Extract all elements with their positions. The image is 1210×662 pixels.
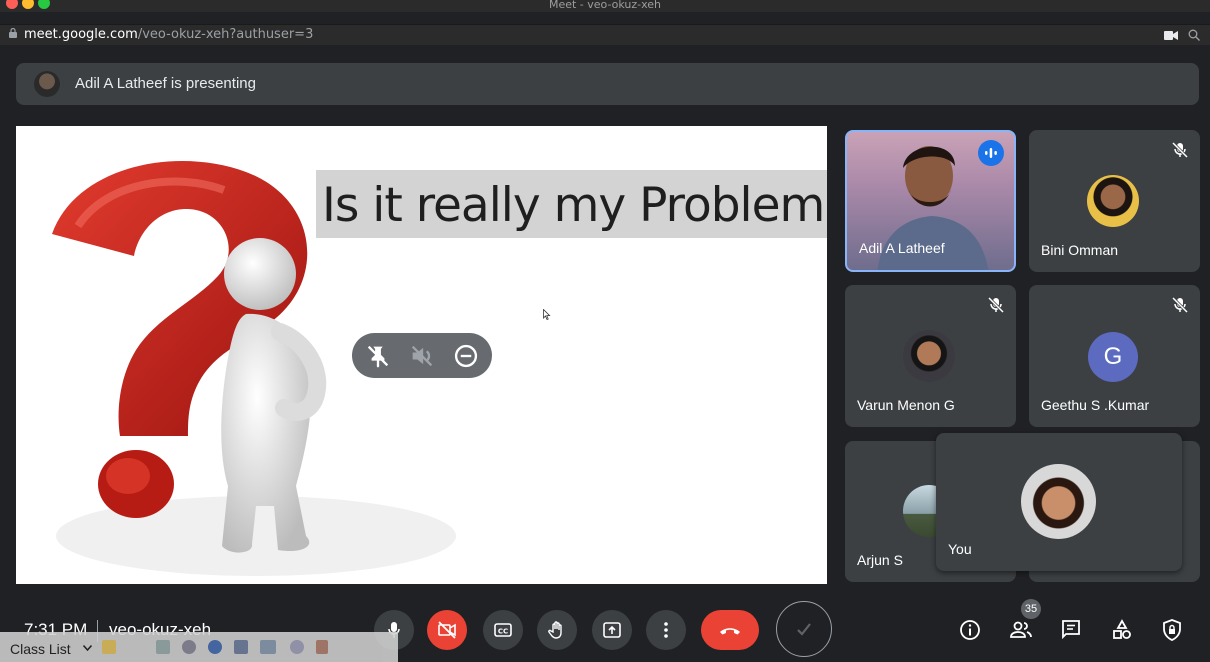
mute-audio-icon[interactable] xyxy=(408,342,436,370)
presenter-avatar xyxy=(34,71,60,97)
camera-indicator-icon[interactable] xyxy=(1164,31,1178,40)
more-options-button[interactable] xyxy=(646,610,686,650)
toolbar-app-icons xyxy=(100,640,340,656)
slide-title-box: Is it really my Problem ? xyxy=(316,170,827,238)
participant-name: Adil A Latheef xyxy=(859,240,945,256)
closed-captions-icon: CC xyxy=(494,623,512,637)
more-vert-icon xyxy=(664,622,668,638)
mic-off-icon xyxy=(987,296,1005,314)
camera-off-icon xyxy=(438,621,456,639)
participant-tile-varun[interactable]: Varun Menon G xyxy=(845,285,1016,427)
hang-up-icon xyxy=(720,628,740,635)
participant-initial-avatar: G xyxy=(1088,332,1138,382)
url-path: /veo-okuz-xeh?authuser=3 xyxy=(137,27,314,42)
svg-text:CC: CC xyxy=(498,628,508,636)
app-icon[interactable] xyxy=(260,640,276,654)
participant-initial: G xyxy=(1103,343,1123,370)
chevron-down-icon[interactable] xyxy=(83,645,92,651)
participant-tile-adil[interactable]: Adil A Latheef xyxy=(845,130,1016,272)
self-avatar xyxy=(1021,464,1096,539)
hand-icon xyxy=(548,621,562,639)
app-icon[interactable] xyxy=(234,640,248,654)
present-now-button[interactable] xyxy=(592,610,632,650)
zoom-icon[interactable] xyxy=(1188,29,1200,41)
app-icon[interactable] xyxy=(316,640,328,654)
url-host: meet.google.com xyxy=(24,27,138,42)
class-list-label[interactable]: Class List xyxy=(10,641,71,657)
participant-count-badge: 35 xyxy=(1021,599,1041,619)
chat-icon[interactable] xyxy=(1059,618,1083,642)
cursor-icon xyxy=(543,309,551,320)
class-list-toolbar[interactable]: Class List xyxy=(0,632,398,662)
presenting-banner: Adil A Latheef is presenting xyxy=(16,63,1199,105)
app-icon[interactable] xyxy=(182,640,196,654)
camera-button[interactable] xyxy=(427,610,467,650)
people-icon[interactable] xyxy=(1009,618,1033,642)
participant-name: Arjun S xyxy=(857,552,903,568)
checkmark-overlay-button[interactable] xyxy=(776,601,832,657)
address-bar[interactable]: meet.google.com/veo-okuz-xeh?authuser=3 xyxy=(0,24,1210,45)
mic-off-icon xyxy=(1171,296,1189,314)
leave-call-button[interactable] xyxy=(701,610,759,650)
remove-icon[interactable] xyxy=(452,342,480,370)
check-icon xyxy=(797,623,811,636)
url-text[interactable]: meet.google.com/veo-okuz-xeh?authuser=3 xyxy=(24,27,313,42)
participant-avatar xyxy=(903,330,955,382)
participant-tile-bini[interactable]: Bini Omman xyxy=(1029,130,1200,272)
mic-off-icon xyxy=(1171,141,1189,159)
raise-hand-button[interactable] xyxy=(537,610,577,650)
participant-name: Geethu S .Kumar xyxy=(1041,397,1150,413)
speaking-indicator-icon xyxy=(978,140,1004,166)
app-icon[interactable] xyxy=(208,640,222,654)
captions-button[interactable]: CC xyxy=(483,610,523,650)
presenting-text: Adil A Latheef is presenting xyxy=(75,75,256,92)
participant-name: Bini Omman xyxy=(1041,242,1119,258)
app-icon[interactable] xyxy=(290,640,304,654)
present-icon xyxy=(603,622,621,638)
participant-avatar xyxy=(1087,175,1139,227)
self-name: You xyxy=(948,541,972,557)
slide-title: Is it really my Problem ? xyxy=(322,178,827,233)
window-title: Meet - veo-okuz-xeh xyxy=(548,0,662,11)
tile-hover-controls xyxy=(352,333,492,378)
app-icon[interactable] xyxy=(156,640,170,654)
meeting-details-icon[interactable] xyxy=(958,618,982,642)
participant-tile-geethu[interactable]: G Geethu S .Kumar xyxy=(1029,285,1200,427)
participant-name: Varun Menon G xyxy=(857,397,955,413)
window-titlebar: Meet - veo-okuz-xeh xyxy=(0,0,1210,12)
app-icon[interactable] xyxy=(102,640,116,654)
lock-icon xyxy=(9,28,17,38)
self-view-tile[interactable]: You xyxy=(936,433,1182,571)
host-controls-icon[interactable] xyxy=(1160,618,1184,642)
activities-icon[interactable] xyxy=(1110,618,1134,642)
pin-icon[interactable] xyxy=(364,342,392,370)
